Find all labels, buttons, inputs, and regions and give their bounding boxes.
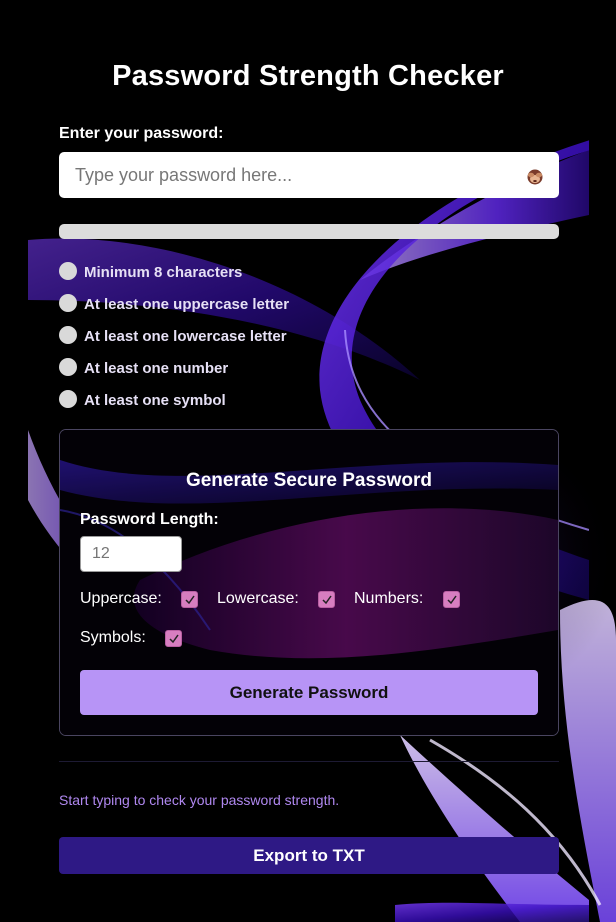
- requirement-status-dot: [59, 262, 77, 280]
- requirement-label: At least one lowercase letter: [84, 328, 287, 345]
- password-length-input[interactable]: [80, 536, 182, 572]
- requirement-item: At least one symbol: [59, 390, 459, 422]
- generator-content: Generate Secure Password Password Length…: [60, 430, 558, 735]
- checkmark-icon: [185, 595, 195, 605]
- symbols-option-label: Symbols:: [80, 629, 146, 646]
- requirement-label: At least one number: [84, 360, 229, 377]
- password-generator-card: Generate Secure Password Password Length…: [59, 429, 559, 736]
- uppercase-option-label: Uppercase:: [80, 590, 162, 607]
- requirement-item: At least one number: [59, 358, 459, 390]
- requirement-label: At least one uppercase letter: [84, 296, 290, 313]
- uppercase-checkbox[interactable]: [181, 591, 198, 608]
- requirement-label: At least one symbol: [84, 392, 226, 409]
- requirement-item: At least one lowercase letter: [59, 326, 459, 358]
- symbols-checkbox[interactable]: [165, 630, 182, 647]
- lowercase-checkbox[interactable]: [318, 591, 335, 608]
- checkmark-icon: [169, 634, 179, 644]
- lowercase-option-label: Lowercase:: [217, 590, 299, 607]
- checkmark-icon: [447, 595, 457, 605]
- requirement-status-dot: [59, 326, 77, 344]
- requirement-status-dot: [59, 294, 77, 312]
- export-txt-button[interactable]: Export to TXT: [59, 837, 559, 874]
- requirement-status-dot: [59, 390, 77, 408]
- requirements-list: Minimum 8 characters At least one upperc…: [59, 262, 459, 422]
- numbers-option-label: Numbers:: [354, 590, 424, 607]
- requirement-item: At least one uppercase letter: [59, 294, 459, 326]
- requirement-status-dot: [59, 358, 77, 376]
- divider: [59, 761, 559, 762]
- numbers-checkbox[interactable]: [443, 591, 460, 608]
- see-no-evil-monkey-icon[interactable]: [526, 167, 544, 185]
- requirement-label: Minimum 8 characters: [84, 264, 243, 281]
- strength-meter: [59, 224, 559, 239]
- generator-title: Generate Secure Password: [185, 470, 433, 491]
- password-label: Enter your password:: [59, 125, 224, 142]
- status-message: Start typing to check your password stre…: [59, 792, 340, 808]
- page-title: Password Strength Checker: [112, 60, 504, 92]
- checkmark-icon: [322, 595, 332, 605]
- requirement-item: Minimum 8 characters: [59, 262, 459, 294]
- password-input[interactable]: [59, 152, 559, 198]
- password-length-label: Password Length:: [80, 511, 219, 528]
- main-content: Password Strength Checker Enter your pas…: [0, 0, 616, 922]
- generate-password-button[interactable]: Generate Password: [80, 670, 538, 715]
- page: Password Strength Checker Enter your pas…: [0, 0, 616, 922]
- password-field-container: [59, 152, 559, 198]
